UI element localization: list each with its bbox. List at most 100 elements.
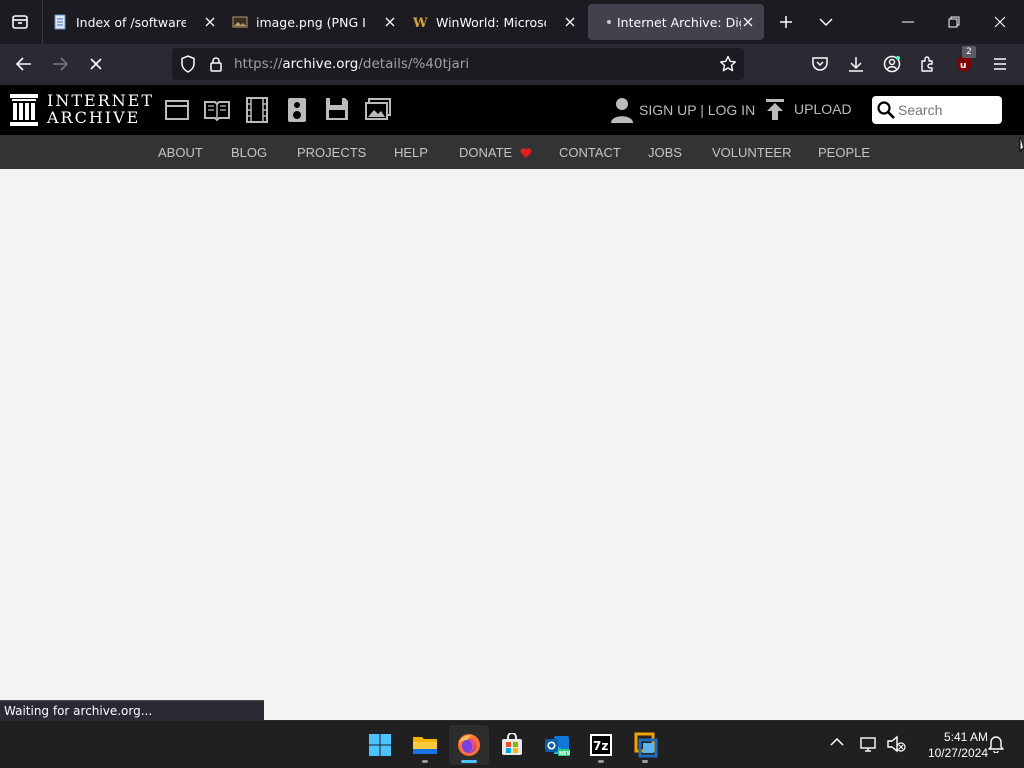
upload-link[interactable]: UPLOAD	[794, 101, 852, 117]
tracking-protection-shield-icon[interactable]	[176, 52, 200, 76]
status-panel: Waiting for archive.org...	[0, 700, 264, 720]
lock-icon[interactable]	[204, 52, 228, 76]
menu-people[interactable]: PEOPLE	[818, 145, 870, 160]
menu-jobs[interactable]: JOBS	[648, 145, 682, 160]
tab-title: Index of /software/	[76, 14, 186, 30]
audio-icon[interactable]	[287, 97, 307, 123]
menu-contact[interactable]: CONTACT	[559, 145, 621, 160]
volume-muted-icon[interactable]	[886, 735, 906, 753]
menu-donate[interactable]: DONATE	[459, 145, 532, 160]
taskbar-virtualbox[interactable]	[625, 725, 665, 765]
windows-icon	[369, 734, 391, 756]
upload-icon[interactable]	[765, 99, 785, 121]
url-path: /details/%40tjari	[358, 56, 470, 72]
account-icon[interactable]	[880, 52, 904, 76]
minimize-icon[interactable]	[896, 10, 920, 34]
back-icon[interactable]	[12, 52, 36, 76]
tab-title: WinWorld: Microsoft W	[436, 14, 546, 30]
ia-wordmark[interactable]: INTERNET ARCHIVE	[47, 92, 154, 126]
svg-text:u: u	[960, 61, 966, 71]
show-hidden-icons-chevron-up-icon[interactable]	[830, 737, 844, 747]
taskbar-outlook[interactable]: NEW	[537, 725, 577, 765]
mouse-cursor-icon	[1019, 136, 1024, 154]
tab-title: Internet Archive: Digital	[617, 14, 741, 30]
menu-projects[interactable]: PROJECTS	[297, 145, 366, 160]
bookmark-star-icon[interactable]	[716, 52, 740, 76]
list-all-tabs-icon[interactable]	[814, 10, 838, 34]
running-indicator	[642, 760, 648, 763]
signup-login-link[interactable]: SIGN UP | LOG IN	[639, 102, 755, 118]
clock[interactable]: 5:41 AM 10/27/2024	[916, 729, 988, 761]
taskbar-microsoft-store[interactable]	[492, 725, 532, 765]
close-icon[interactable]	[738, 12, 758, 32]
tab-image-png[interactable]: image.png (PNG Image, ...	[232, 4, 400, 40]
network-icon[interactable]	[860, 735, 878, 753]
software-icon[interactable]	[325, 97, 349, 121]
tab-winworld[interactable]: W WinWorld: Microsoft W	[412, 4, 580, 40]
svg-text:NEW: NEW	[559, 751, 570, 757]
running-indicator	[422, 760, 428, 763]
images-icon[interactable]	[365, 98, 391, 120]
forward-icon[interactable]	[48, 52, 72, 76]
clock-date: 10/27/2024	[927, 746, 988, 760]
ia-logo-line2: ARCHIVE	[47, 108, 141, 127]
folder-icon	[413, 737, 437, 754]
firefox-view-icon[interactable]	[8, 10, 32, 34]
pocket-icon[interactable]	[808, 52, 832, 76]
stop-loading-icon[interactable]	[84, 52, 108, 76]
app-menu-icon[interactable]	[988, 52, 1012, 76]
page-content	[0, 169, 1024, 720]
url-prefix: https://	[234, 56, 283, 72]
clock-time: 5:41 AM	[943, 730, 988, 744]
search-box[interactable]	[872, 96, 1002, 124]
new-tab-icon[interactable]	[774, 10, 798, 34]
restore-icon[interactable]	[942, 10, 966, 34]
7zip-icon: 7z	[590, 734, 612, 756]
texts-icon[interactable]	[204, 99, 230, 121]
search-input[interactable]	[898, 100, 996, 120]
tab-title: image.png (PNG Image, ...	[256, 14, 366, 30]
tab-strip: Index of /software/ image.png (PNG Image…	[0, 0, 1024, 44]
tab-index-software[interactable]: Index of /software/	[52, 4, 220, 40]
taskbar-file-explorer[interactable]	[405, 725, 445, 765]
web-icon[interactable]	[165, 99, 189, 121]
image-icon	[232, 16, 248, 28]
notification-bell-icon[interactable]	[988, 735, 1004, 753]
url-bar[interactable]: https://archive.org/details/%40tjari	[172, 48, 744, 80]
close-icon[interactable]	[200, 12, 220, 32]
menu-about[interactable]: ABOUT	[158, 145, 203, 160]
ublock-origin-icon[interactable]: u 2	[952, 46, 976, 76]
user-icon[interactable]	[611, 97, 633, 123]
close-window-icon[interactable]	[988, 10, 1012, 34]
document-icon	[54, 14, 66, 30]
close-icon[interactable]	[380, 12, 400, 32]
tab-internet-archive[interactable]: Internet Archive: Digital	[588, 4, 764, 40]
extension-badge: 2	[962, 46, 976, 58]
ia-logo[interactable]	[10, 94, 38, 126]
extensions-icon[interactable]	[916, 52, 940, 76]
taskbar-7zip[interactable]: 7z	[581, 725, 621, 765]
ia-menu-bar: ABOUT BLOG PROJECTS HELP DONATE CONTACT …	[0, 135, 1024, 169]
ia-top-nav: INTERNET ARCHIVE SIGN UP | LOG IN UPLOAD	[0, 85, 1024, 135]
url-text[interactable]: https://archive.org/details/%40tjari	[234, 56, 469, 72]
svg-text:W: W	[412, 16, 428, 30]
video-icon[interactable]	[246, 97, 268, 123]
taskbar: NEW 7z 5:41 AM 10/27/2024	[0, 720, 1024, 768]
active-indicator	[461, 760, 477, 763]
menu-blog[interactable]: BLOG	[231, 145, 267, 160]
close-icon[interactable]	[560, 12, 580, 32]
start-button[interactable]	[360, 725, 400, 765]
search-icon	[877, 101, 895, 119]
winworld-icon: W	[412, 16, 428, 30]
taskbar-firefox[interactable]	[449, 725, 489, 765]
firefox-icon	[458, 734, 480, 756]
heart-icon	[520, 148, 532, 158]
menu-help[interactable]: HELP	[394, 145, 428, 160]
running-indicator	[598, 760, 604, 763]
menu-volunteer[interactable]: VOLUNTEER	[712, 145, 791, 160]
menu-donate-label: DONATE	[459, 145, 513, 160]
virtualbox-icon	[634, 732, 658, 758]
downloads-icon[interactable]	[844, 52, 868, 76]
loading-indicator-icon	[607, 20, 611, 24]
url-domain: archive.org	[282, 56, 359, 72]
